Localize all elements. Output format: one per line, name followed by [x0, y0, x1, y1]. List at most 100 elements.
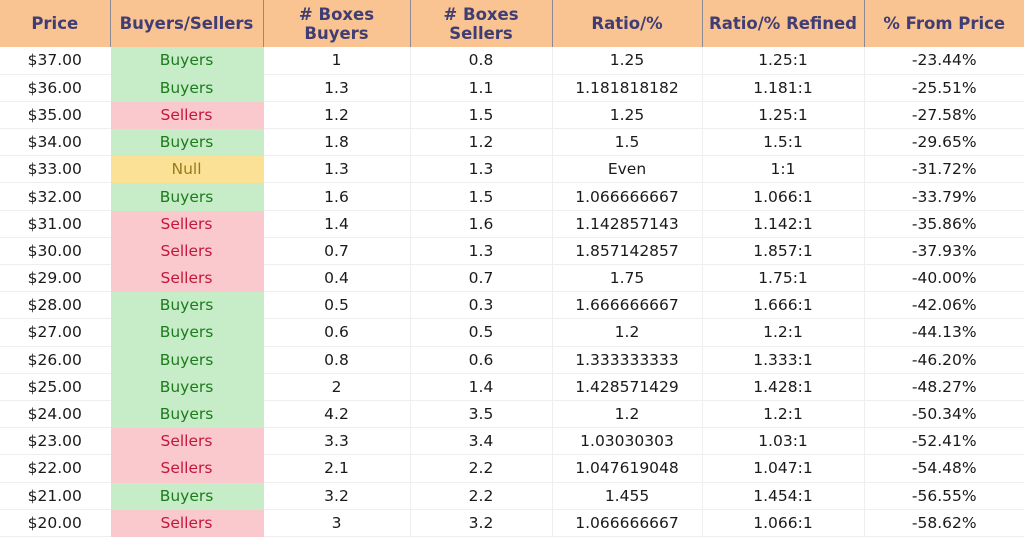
- cell-percent-from-price: -29.65%: [864, 128, 1024, 157]
- table-row[interactable]: $37.00 Buyers 1 0.8 1.25 1.25:1 -23.44%: [0, 47, 1024, 75]
- column-header-ratio-refined[interactable]: Ratio/% Refined: [702, 0, 865, 47]
- cell-side-signal: Buyers: [110, 482, 264, 510]
- table-row[interactable]: $31.00 Sellers 1.4 1.6 1.142857143 1.142:1 -35…: [0, 210, 1024, 238]
- table-row[interactable]: $28.00 Buyers 0.5 0.3 1.666666667 1.666:1 -42.…: [0, 291, 1024, 320]
- cell-boxes-sellers: 0.5: [410, 318, 553, 347]
- table-row[interactable]: $24.00 Buyers 4.2 3.5 1.2 1.2:1 -50.34%: [0, 400, 1024, 429]
- cell-side-signal: Buyers: [110, 74, 264, 102]
- column-header-side[interactable]: Buyers/Sellers: [110, 0, 264, 47]
- column-header-price[interactable]: Price: [0, 0, 111, 47]
- cell-boxes-sellers: 2.2: [410, 482, 553, 510]
- cell-ratio-refined: 1:1: [702, 155, 865, 184]
- cell-boxes-sellers: 1.3: [410, 155, 553, 184]
- cell-side-signal: Buyers: [110, 346, 264, 374]
- cell-ratio-refined: 1.03:1: [702, 427, 865, 456]
- cell-ratio: 1.25: [552, 101, 703, 130]
- cell-percent-from-price: -44.13%: [864, 318, 1024, 347]
- cell-ratio: 1.666666667: [552, 291, 703, 320]
- table-row[interactable]: $36.00 Buyers 1.3 1.1 1.181818182 1.181:1 -25.…: [0, 74, 1024, 102]
- table-body: $37.00 Buyers 1 0.8 1.25 1.25:1 -23.44% $36.00 B…: [0, 47, 1024, 537]
- cell-boxes-buyers: 1: [263, 47, 411, 75]
- cell-ratio: 1.75: [552, 264, 703, 293]
- cell-side-signal: Buyers: [110, 182, 264, 211]
- cell-price: $22.00: [0, 454, 111, 483]
- column-header-from-price[interactable]: % From Price: [864, 0, 1024, 47]
- cell-ratio-refined: 1.2:1: [702, 400, 865, 429]
- cell-ratio: 1.857142857: [552, 237, 703, 266]
- cell-side-signal: Sellers: [110, 210, 264, 238]
- table-row[interactable]: $26.00 Buyers 0.8 0.6 1.333333333 1.333:1 -46.…: [0, 346, 1024, 374]
- cell-price: $20.00: [0, 509, 111, 537]
- cell-boxes-sellers: 3.2: [410, 509, 553, 537]
- cell-boxes-buyers: 1.3: [263, 155, 411, 184]
- cell-price: $30.00: [0, 237, 111, 266]
- cell-ratio: Even: [552, 155, 703, 184]
- table-row[interactable]: $35.00 Sellers 1.2 1.5 1.25 1.25:1 -27.58%: [0, 101, 1024, 130]
- column-header-ratio[interactable]: Ratio/%: [552, 0, 703, 47]
- table-header-row: Price Buyers/Sellers # Boxes Buyers # Bo…: [0, 0, 1024, 47]
- cell-boxes-buyers: 1.4: [263, 210, 411, 238]
- column-header-boxes-sell[interactable]: # Boxes Sellers: [410, 0, 553, 47]
- cell-ratio-refined: 1.25:1: [702, 101, 865, 130]
- table-row[interactable]: $22.00 Sellers 2.1 2.2 1.047619048 1.047:1 -54…: [0, 454, 1024, 483]
- cell-percent-from-price: -56.55%: [864, 482, 1024, 510]
- cell-percent-from-price: -48.27%: [864, 373, 1024, 401]
- table-row[interactable]: $33.00 Null 1.3 1.3 Even 1:1 -31.72%: [0, 155, 1024, 184]
- column-header-boxes-buy[interactable]: # Boxes Buyers: [263, 0, 411, 47]
- cell-price: $32.00: [0, 182, 111, 211]
- cell-side-signal: Buyers: [110, 128, 264, 157]
- cell-ratio: 1.047619048: [552, 454, 703, 483]
- cell-ratio-refined: 1.066:1: [702, 182, 865, 211]
- cell-ratio-refined: 1.75:1: [702, 264, 865, 293]
- cell-boxes-buyers: 3.3: [263, 427, 411, 456]
- cell-price: $37.00: [0, 47, 111, 75]
- cell-boxes-sellers: 2.2: [410, 454, 553, 483]
- cell-percent-from-price: -25.51%: [864, 74, 1024, 102]
- cell-side-signal: Buyers: [110, 400, 264, 429]
- table-row[interactable]: $29.00 Sellers 0.4 0.7 1.75 1.75:1 -40.00%: [0, 264, 1024, 293]
- cell-ratio: 1.25: [552, 47, 703, 75]
- cell-side-signal: Buyers: [110, 291, 264, 320]
- cell-ratio: 1.428571429: [552, 373, 703, 401]
- cell-percent-from-price: -37.93%: [864, 237, 1024, 266]
- cell-side-signal: Sellers: [110, 264, 264, 293]
- cell-ratio-refined: 1.333:1: [702, 346, 865, 374]
- table-row[interactable]: $23.00 Sellers 3.3 3.4 1.03030303 1.03:1 -52.4…: [0, 427, 1024, 456]
- cell-ratio: 1.03030303: [552, 427, 703, 456]
- cell-price: $23.00: [0, 427, 111, 456]
- price-level-order-flow-table: Price Buyers/Sellers # Boxes Buyers # Bo…: [0, 0, 1024, 537]
- cell-price: $25.00: [0, 373, 111, 401]
- cell-side-signal: Buyers: [110, 373, 264, 401]
- table-row[interactable]: $20.00 Sellers 3 3.2 1.066666667 1.066:1 -58.6…: [0, 509, 1024, 537]
- cell-boxes-sellers: 1.5: [410, 182, 553, 211]
- cell-boxes-sellers: 1.4: [410, 373, 553, 401]
- cell-price: $27.00: [0, 318, 111, 347]
- cell-ratio-refined: 1.666:1: [702, 291, 865, 320]
- cell-ratio-refined: 1.142:1: [702, 210, 865, 238]
- table-row[interactable]: $34.00 Buyers 1.8 1.2 1.5 1.5:1 -29.65%: [0, 128, 1024, 157]
- cell-percent-from-price: -58.62%: [864, 509, 1024, 537]
- cell-ratio-refined: 1.428:1: [702, 373, 865, 401]
- cell-ratio: 1.181818182: [552, 74, 703, 102]
- table-row[interactable]: $21.00 Buyers 3.2 2.2 1.455 1.454:1 -56.55%: [0, 482, 1024, 510]
- cell-percent-from-price: -31.72%: [864, 155, 1024, 184]
- table-row[interactable]: $32.00 Buyers 1.6 1.5 1.066666667 1.066:1 -33.…: [0, 182, 1024, 211]
- cell-ratio-refined: 1.857:1: [702, 237, 865, 266]
- cell-side-signal: Sellers: [110, 454, 264, 483]
- table-row[interactable]: $30.00 Sellers 0.7 1.3 1.857142857 1.857:1 -37…: [0, 237, 1024, 266]
- cell-boxes-buyers: 3: [263, 509, 411, 537]
- cell-side-signal: Buyers: [110, 47, 264, 75]
- cell-price: $29.00: [0, 264, 111, 293]
- cell-boxes-sellers: 1.2: [410, 128, 553, 157]
- table-row[interactable]: $27.00 Buyers 0.6 0.5 1.2 1.2:1 -44.13%: [0, 318, 1024, 347]
- cell-boxes-sellers: 0.8: [410, 47, 553, 75]
- cell-boxes-sellers: 1.6: [410, 210, 553, 238]
- cell-ratio-refined: 1.181:1: [702, 74, 865, 102]
- cell-price: $24.00: [0, 400, 111, 429]
- cell-price: $31.00: [0, 210, 111, 238]
- cell-boxes-buyers: 1.8: [263, 128, 411, 157]
- cell-boxes-buyers: 0.7: [263, 237, 411, 266]
- table-header: Price Buyers/Sellers # Boxes Buyers # Bo…: [0, 0, 1024, 47]
- table-row[interactable]: $25.00 Buyers 2 1.4 1.428571429 1.428:1 -48.27…: [0, 373, 1024, 401]
- cell-boxes-buyers: 2: [263, 373, 411, 401]
